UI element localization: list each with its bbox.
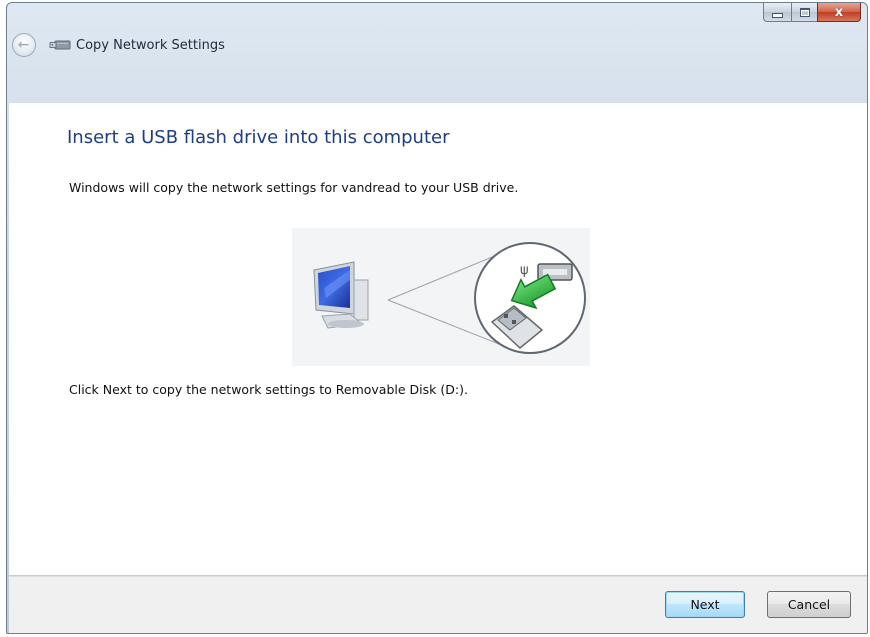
- cancel-button[interactable]: Cancel: [767, 591, 851, 618]
- command-area: Next Cancel: [9, 576, 867, 633]
- next-instruction-text: Click Next to copy the network settings …: [69, 382, 468, 397]
- usb-drive-icon: [49, 38, 71, 52]
- dialog-header: ← Copy Network Settings: [7, 25, 867, 65]
- content-area: Insert a USB flash drive into this compu…: [9, 103, 867, 575]
- minimize-icon: [772, 12, 783, 18]
- description-text: Windows will copy the network settings f…: [69, 180, 519, 195]
- next-button[interactable]: Next: [665, 591, 745, 618]
- back-button[interactable]: ←: [12, 33, 36, 57]
- computer-to-usb-illustration: ψ: [292, 228, 590, 366]
- computer-icon: [313, 261, 369, 329]
- maximize-button[interactable]: [791, 3, 817, 22]
- close-icon: x: [834, 4, 844, 20]
- usb-port-zoom: ψ: [474, 242, 586, 354]
- caption-buttons: x: [763, 3, 861, 23]
- svg-text:ψ: ψ: [520, 263, 529, 278]
- main-instruction: Insert a USB flash drive into this compu…: [67, 127, 450, 148]
- minimize-button[interactable]: [763, 3, 791, 22]
- back-arrow-icon: ←: [17, 37, 30, 53]
- dialog-title: Copy Network Settings: [76, 37, 225, 53]
- maximize-icon: [799, 7, 810, 17]
- close-button[interactable]: x: [817, 3, 861, 22]
- dialog-window: x ← Copy Network Settings Insert a USB f…: [6, 2, 868, 634]
